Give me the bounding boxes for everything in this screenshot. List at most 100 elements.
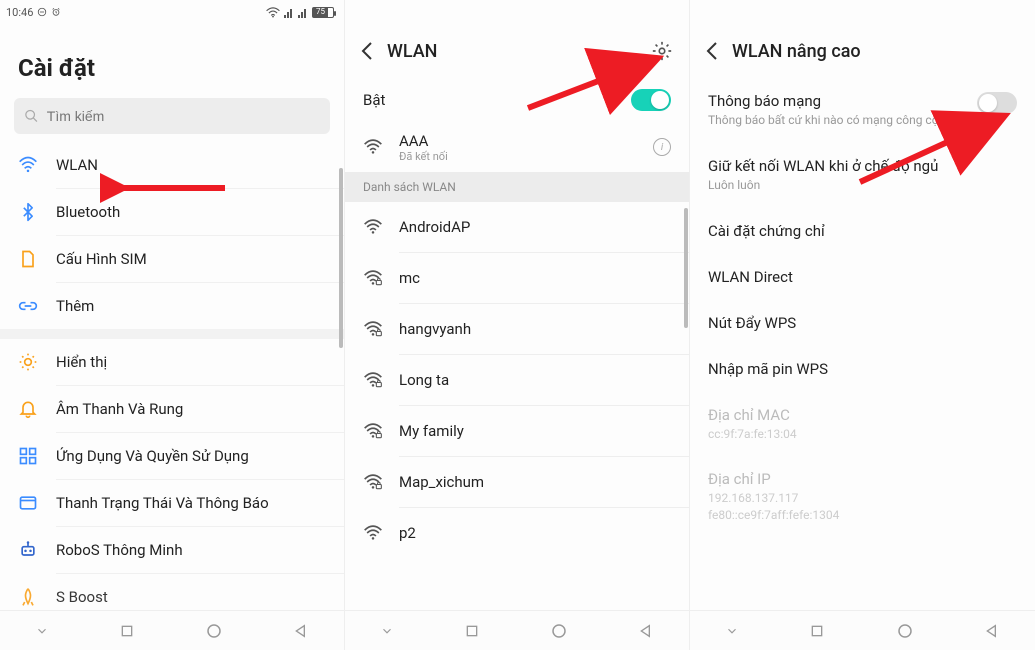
advanced-item[interactable]: Thông báo mạng Thông báo bất cứ khi nào c… [690, 78, 1035, 143]
header: WLAN [345, 24, 689, 78]
settings-item-label: Thêm [56, 297, 94, 315]
nav-recent[interactable] [809, 623, 825, 639]
advanced-item[interactable]: Giữ kết nối WLAN khi ở chế độ ngủLuôn lu… [690, 143, 1035, 208]
statusbar-icon [18, 493, 38, 513]
network-status: Đã kết nối [399, 150, 448, 163]
signal-2-icon [298, 7, 308, 18]
wifi-icon [363, 319, 383, 339]
wifi-icon [363, 421, 383, 441]
settings-item-sim[interactable]: Cấu Hình SIM [0, 236, 344, 282]
nav-recent[interactable] [119, 623, 135, 639]
wifi-icon [363, 472, 383, 492]
nav-back[interactable] [638, 623, 654, 639]
settings-item-sound[interactable]: Âm Thanh Và Rung [0, 386, 344, 432]
settings-item-label: Hiển thị [56, 353, 107, 371]
alarm-icon [51, 7, 61, 17]
item-subtitle: cc:9f:7a:fe:13:04 [708, 426, 1017, 443]
settings-item-display[interactable]: Hiển thị [0, 339, 344, 385]
item-subtitle: 192.168.137.117fe80::ce9f:7aff:fefe:1304 [708, 490, 1017, 524]
settings-item-statusbar[interactable]: Thanh Trạng Thái Và Thông Báo [0, 480, 344, 526]
sun-icon [18, 352, 38, 372]
wlan-pane: WLAN Bật AAA Đã kết nối i Danh sách WLAN… [345, 0, 690, 650]
settings-gear-button[interactable] [651, 40, 673, 62]
network-row[interactable]: My family [345, 406, 689, 456]
wifi-icon [363, 268, 383, 288]
settings-item-apps[interactable]: Ứng Dụng Và Quyền Sử Dụng [0, 433, 344, 479]
nav-back[interactable] [984, 623, 1000, 639]
bluetooth-icon [18, 202, 38, 222]
advanced-list: Thông báo mạng Thông báo bất cứ khi nào c… [690, 78, 1035, 538]
boost-icon [18, 587, 38, 607]
item-title: Thông báo mạng [708, 92, 1017, 110]
settings-item-label: Bluetooth [56, 203, 120, 221]
toggle-switch[interactable] [977, 92, 1017, 114]
settings-item-label: Âm Thanh Và Rung [56, 400, 183, 418]
connected-network-row[interactable]: AAA Đã kết nối i [345, 122, 689, 172]
battery-icon: 75 [312, 7, 334, 18]
network-ssid: hangvyanh [399, 320, 471, 338]
item-subtitle: Thông báo bất cứ khi nào có mạng công cộ… [708, 112, 1017, 129]
network-row[interactable]: AndroidAP [345, 202, 689, 252]
network-row[interactable]: mc [345, 253, 689, 303]
network-list: AndroidAP mc hangvyanh Long ta My family Map_… [345, 202, 689, 650]
back-button[interactable] [706, 41, 718, 61]
bell-icon [18, 399, 38, 419]
network-ssid: p2 [399, 524, 416, 542]
signal-1-icon [284, 7, 294, 18]
apps-icon [18, 446, 38, 466]
wifi-icon [363, 523, 383, 543]
advanced-item: Địa chỉ IP192.168.137.117fe80::ce9f:7aff… [690, 456, 1035, 538]
nav-home[interactable] [205, 622, 223, 640]
scrollbar[interactable] [339, 168, 343, 348]
settings-pane: 10:46 75 Cài đặt WLAN Bluetooth Cấu Hình… [0, 0, 345, 650]
nav-recent[interactable] [464, 623, 480, 639]
info-icon[interactable]: i [653, 138, 671, 156]
item-title: Nút Đẩy WPS [708, 314, 1017, 332]
nav-back[interactable] [293, 623, 309, 639]
network-ssid: Long ta [399, 371, 449, 389]
nav-menu[interactable] [380, 624, 394, 638]
advanced-item[interactable]: Nhập mã pin WPS [690, 346, 1035, 392]
search-box[interactable] [14, 98, 330, 134]
network-row[interactable]: Long ta [345, 355, 689, 405]
settings-item-bluetooth[interactable]: Bluetooth [0, 189, 344, 235]
advanced-item[interactable]: Nút Đẩy WPS [690, 300, 1035, 346]
page-title: Cài đặt [0, 24, 344, 94]
settings-item-more[interactable]: Thêm [0, 283, 344, 329]
settings-item-label: Ứng Dụng Và Quyền Sử Dụng [56, 447, 249, 465]
scrollbar[interactable] [684, 208, 688, 328]
nav-bar [690, 610, 1035, 650]
item-title: Địa chỉ IP [708, 470, 1017, 488]
advanced-item[interactable]: WLAN Direct [690, 254, 1035, 300]
nav-menu[interactable] [725, 624, 739, 638]
wlan-toggle-row[interactable]: Bật [345, 78, 689, 122]
settings-item-robos[interactable]: RoboS Thông Minh [0, 527, 344, 573]
settings-item-wlan[interactable]: WLAN [0, 142, 344, 188]
toggle-label: Bật [363, 91, 385, 109]
status-bar: 10:46 75 [0, 0, 344, 24]
settings-item-label: Cấu Hình SIM [56, 250, 147, 268]
network-ssid: AAA [399, 132, 448, 150]
wlan-advanced-pane: WLAN nâng cao Thông báo mạngThông báo bấ… [690, 0, 1035, 650]
wifi-icon [363, 370, 383, 390]
robot-icon [18, 540, 38, 560]
settings-item-label: S Boost [56, 588, 108, 606]
advanced-item[interactable]: Cài đặt chứng chỉ [690, 208, 1035, 254]
search-input[interactable] [47, 108, 320, 124]
wlan-switch[interactable] [631, 89, 671, 111]
settings-item-label: Thanh Trạng Thái Và Thông Báo [56, 494, 269, 512]
advanced-item: Địa chỉ MACcc:9f:7a:fe:13:04 [690, 392, 1035, 457]
network-row[interactable]: hangvyanh [345, 304, 689, 354]
nav-menu[interactable] [35, 624, 49, 638]
network-ssid: mc [399, 269, 420, 287]
nav-home[interactable] [896, 622, 914, 640]
nav-bar [345, 610, 689, 650]
network-row[interactable]: p2 [345, 508, 689, 558]
item-title: WLAN Direct [708, 268, 1017, 286]
back-button[interactable] [361, 41, 373, 61]
network-ssid: Map_xichum [399, 473, 484, 491]
network-ssid: My family [399, 422, 464, 440]
clock: 10:46 [6, 6, 33, 19]
nav-home[interactable] [550, 622, 568, 640]
network-row[interactable]: Map_xichum [345, 457, 689, 507]
